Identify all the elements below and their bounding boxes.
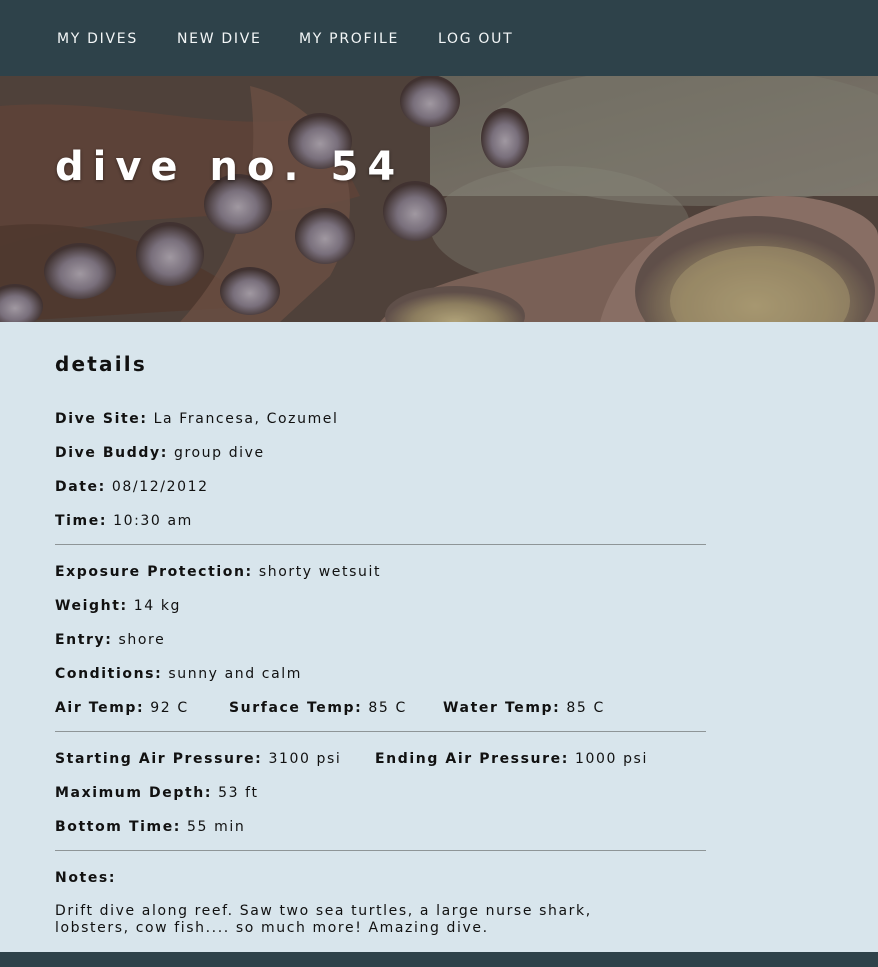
exposure-protection-row: Exposure Protection: shorty wetsuit [55, 563, 381, 581]
date-label: Date: [55, 479, 106, 495]
dive-buddy-value: group dive [173, 445, 265, 461]
bottom-time-value: 55 min [187, 819, 246, 835]
nav-log-out-link[interactable]: LOG OUT [438, 30, 513, 48]
surface-temp-value: 85 C [368, 700, 407, 716]
dive-site-row: Dive Site: La Francesa, Cozumel [55, 410, 339, 428]
ending-air-pressure-item: Ending Air Pressure: 1000 psi [375, 750, 648, 768]
dive-buddy-row: Dive Buddy: group dive [55, 444, 265, 462]
surface-temp-item: Surface Temp: 85 C [229, 699, 407, 717]
bottom-time-label: Bottom Time: [55, 819, 181, 835]
weight-row: Weight: 14 kg [55, 597, 181, 615]
entry-value: shore [118, 632, 166, 648]
conditions-value: sunny and calm [168, 666, 303, 682]
ending-air-pressure-label: Ending Air Pressure: [375, 751, 569, 767]
air-temp-value: 92 C [150, 700, 189, 716]
hero-octopus-image [0, 76, 878, 322]
weight-value: 14 kg [133, 598, 182, 614]
bottom-time-row: Bottom Time: 55 min [55, 818, 245, 836]
air-temp-label: Air Temp: [55, 700, 145, 716]
water-temp-value: 85 C [566, 700, 605, 716]
starting-air-pressure-item: Starting Air Pressure: 3100 psi [55, 750, 341, 768]
exposure-protection-value: shorty wetsuit [258, 564, 382, 580]
weight-label: Weight: [55, 598, 128, 614]
section-divider [55, 850, 706, 851]
water-temp-label: Water Temp: [443, 700, 561, 716]
time-row: Time: 10:30 am [55, 512, 193, 530]
entry-label: Entry: [55, 632, 113, 648]
time-value: 10:30 am [113, 513, 193, 529]
section-divider [55, 544, 706, 545]
hero-banner: dive no. 54 [0, 76, 878, 322]
date-value: 08/12/2012 [111, 479, 209, 495]
nav-my-profile-link[interactable]: MY PROFILE [299, 30, 399, 48]
starting-air-pressure-label: Starting Air Pressure: [55, 751, 263, 767]
surface-temp-label: Surface Temp: [229, 700, 363, 716]
page-title: dive no. 54 [55, 144, 405, 190]
maximum-depth-label: Maximum Depth: [55, 785, 213, 801]
conditions-row: Conditions: sunny and calm [55, 665, 302, 683]
exposure-protection-label: Exposure Protection: [55, 564, 253, 580]
water-temp-item: Water Temp: 85 C [443, 699, 605, 717]
entry-row: Entry: shore [55, 631, 165, 649]
dive-site-value: La Francesa, Cozumel [153, 411, 339, 427]
date-row: Date: 08/12/2012 [55, 478, 209, 496]
details-heading: details [55, 352, 147, 376]
notes-label: Notes: [55, 870, 117, 886]
time-label: Time: [55, 513, 108, 529]
air-temp-item: Air Temp: 92 C [55, 699, 189, 717]
conditions-label: Conditions: [55, 666, 163, 682]
nav-new-dive-link[interactable]: NEW DIVE [177, 30, 262, 48]
top-navbar: MY DIVES NEW DIVE MY PROFILE LOG OUT [0, 0, 878, 76]
footer-bar [0, 952, 878, 967]
notes-text: Drift dive along reef. Saw two sea turtl… [55, 903, 592, 936]
ending-air-pressure-value: 1000 psi [574, 751, 648, 767]
nav-my-dives-link[interactable]: MY DIVES [57, 30, 138, 48]
dive-site-label: Dive Site: [55, 411, 148, 427]
maximum-depth-value: 53 ft [218, 785, 259, 801]
maximum-depth-row: Maximum Depth: 53 ft [55, 784, 259, 802]
starting-air-pressure-value: 3100 psi [268, 751, 342, 767]
section-divider [55, 731, 706, 732]
dive-buddy-label: Dive Buddy: [55, 445, 168, 461]
